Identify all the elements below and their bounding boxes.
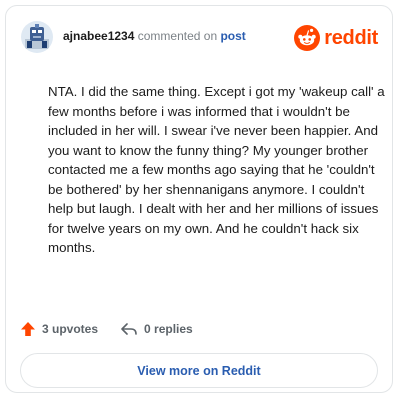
reddit-logo[interactable]: reddit <box>294 24 378 52</box>
comment-header: ajnabee1234 commented on post reddit <box>6 6 392 66</box>
reddit-wordmark: reddit <box>324 26 378 49</box>
comment-body: NTA. I did the same thing. Except i got … <box>48 84 385 255</box>
user-avatar[interactable] <box>21 21 53 53</box>
comment-meta: ajnabee1234 commented on post <box>63 28 246 44</box>
comment-actions: 3 upvotes 0 replies <box>20 319 193 339</box>
reddit-snoo-icon <box>294 25 321 51</box>
embedded-comment-card: ajnabee1234 commented on post reddit NTA… <box>5 5 393 393</box>
upvote-arrow-icon[interactable] <box>20 321 36 337</box>
username-link[interactable]: ajnabee1234 <box>63 29 134 43</box>
view-more-button[interactable]: View more on Reddit <box>20 353 378 388</box>
post-link[interactable]: post <box>220 29 245 43</box>
reply-arrow-icon[interactable] <box>120 321 138 337</box>
commented-on-text: commented on <box>137 29 218 43</box>
reply-count[interactable]: 0 replies <box>144 322 193 336</box>
upvote-count[interactable]: 3 upvotes <box>42 322 98 336</box>
